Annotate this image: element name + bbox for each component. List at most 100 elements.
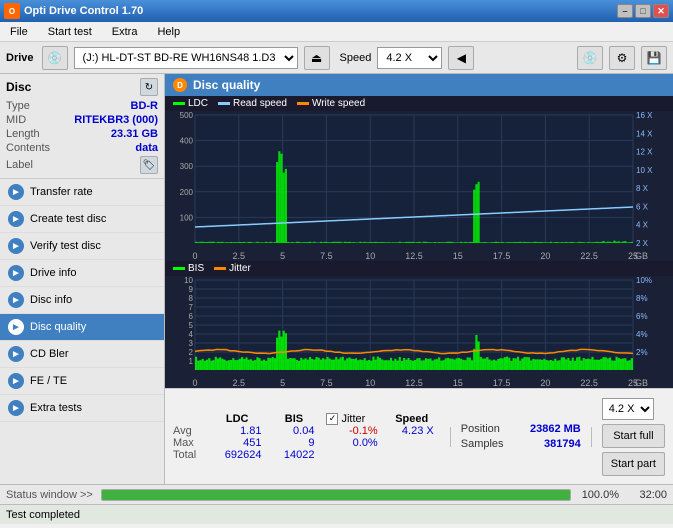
legend-ldc: LDC — [173, 98, 208, 109]
col-jitter-check[interactable]: ✓ Jitter — [320, 413, 383, 425]
nav-cd-bler[interactable]: ► CD Bler — [0, 341, 164, 368]
speed-prev-button[interactable]: ◀ — [448, 46, 474, 70]
stats-max-row: Max 451 9 0.0% — [173, 437, 440, 449]
legend-jitter: Jitter — [214, 263, 251, 274]
svg-text:2: 2 — [189, 348, 194, 357]
nav-verify-test-disc-label: Verify test disc — [30, 240, 101, 252]
svg-text:2 X: 2 X — [636, 239, 649, 248]
svg-text:300: 300 — [180, 162, 194, 171]
disc-mid-row: MID RITEKBR3 (000) — [6, 114, 158, 126]
maximize-button[interactable]: □ — [635, 4, 651, 18]
charts-container: LDC Read speed Write speed 02.557.51012.… — [165, 96, 673, 388]
eject-button[interactable]: ⏏ — [304, 46, 330, 70]
progress-container — [101, 489, 571, 501]
nav-drive-info[interactable]: ► Drive info — [0, 260, 164, 287]
disc-refresh-button[interactable]: ↻ — [140, 78, 158, 96]
disc-contents-label: Contents — [6, 142, 50, 154]
svg-text:6%: 6% — [636, 312, 648, 321]
upper-chart: 02.557.51012.51517.52022.525100200300400… — [165, 111, 673, 261]
legend-write-speed-color — [297, 102, 309, 105]
status-bar: Status window >> 100.0% 32:00 — [0, 484, 673, 504]
col-bis-header: BIS — [267, 413, 320, 425]
disc-type-row: Type BD-R — [6, 100, 158, 112]
lower-chart-svg: 02.557.51012.51517.52022.525123456789102… — [165, 276, 673, 388]
nav-transfer-rate-icon: ► — [8, 184, 24, 200]
minimize-button[interactable]: – — [617, 4, 633, 18]
avg-speed: 4.23 X — [384, 425, 440, 437]
svg-text:100: 100 — [180, 213, 194, 222]
position-value: 23862 MB — [530, 423, 581, 435]
svg-text:0: 0 — [192, 251, 197, 261]
disc-button[interactable]: 💿 — [577, 46, 603, 70]
stats-avg-row: Avg 1.81 0.04 -0.1% 4.23 X — [173, 425, 440, 437]
start-full-button[interactable]: Start full — [602, 424, 665, 448]
svg-text:16 X: 16 X — [636, 111, 653, 120]
nav-verify-test-disc[interactable]: ► Verify test disc — [0, 233, 164, 260]
progress-percent: 100.0% — [579, 489, 619, 501]
svg-text:8 X: 8 X — [636, 184, 649, 193]
drive-select[interactable]: (J:) HL-DT-ST BD-RE WH16NS48 1.D3 — [74, 47, 298, 69]
nav-create-test-disc-icon: ► — [8, 211, 24, 227]
stats-row: LDC BIS ✓ Jitter Speed — [165, 388, 673, 484]
stats-table: LDC BIS ✓ Jitter Speed — [173, 413, 440, 461]
legend-read-speed: Read speed — [218, 98, 287, 109]
legend-bis-label: BIS — [188, 263, 204, 274]
svg-text:10: 10 — [365, 251, 375, 261]
nav-fe-te-label: FE / TE — [30, 375, 67, 387]
nav-disc-quality-icon: ► — [8, 319, 24, 335]
sidebar: Disc ↻ Type BD-R MID RITEKBR3 (000) Leng… — [0, 74, 165, 484]
position-label: Position — [461, 423, 500, 435]
svg-text:12.5: 12.5 — [405, 251, 423, 261]
speed-row: 4.2 X — [602, 398, 665, 420]
nav-create-test-disc[interactable]: ► Create test disc — [0, 206, 164, 233]
menu-extra[interactable]: Extra — [106, 24, 144, 40]
chart-header: D Disc quality — [165, 74, 673, 96]
nav-disc-info-icon: ► — [8, 292, 24, 308]
svg-text:15: 15 — [453, 378, 463, 388]
app-title: Opti Drive Control 1.70 — [24, 5, 143, 17]
action-buttons: 4.2 X Start full Start part — [602, 398, 665, 476]
speed-dropdown[interactable]: 4.2 X — [602, 398, 654, 420]
svg-text:7: 7 — [189, 303, 194, 312]
svg-text:500: 500 — [180, 111, 194, 120]
disc-label-button[interactable]: 🏷 — [140, 156, 158, 174]
svg-text:4: 4 — [189, 330, 194, 339]
svg-text:6: 6 — [189, 312, 194, 321]
disc-length-row: Length 23.31 GB — [6, 128, 158, 140]
menu-start-test[interactable]: Start test — [42, 24, 98, 40]
status-window-label: Status window >> — [6, 489, 93, 501]
drive-label: Drive — [6, 52, 34, 64]
drive-icon-button[interactable]: 💿 — [42, 46, 68, 70]
speed-select[interactable]: 4.2 X — [377, 47, 442, 69]
settings-button[interactable]: ⚙ — [609, 46, 635, 70]
svg-text:6 X: 6 X — [636, 202, 649, 211]
svg-text:GB: GB — [635, 251, 648, 261]
svg-text:22.5: 22.5 — [580, 251, 598, 261]
svg-text:8: 8 — [189, 294, 194, 303]
samples-value: 381794 — [544, 438, 581, 450]
app-icon: O — [4, 3, 20, 19]
menu-file[interactable]: File — [4, 24, 34, 40]
save-button[interactable]: 💾 — [641, 46, 667, 70]
close-button[interactable]: ✕ — [653, 4, 669, 18]
max-bis: 9 — [267, 437, 320, 449]
jitter-checkbox[interactable]: ✓ — [326, 413, 338, 425]
svg-text:12.5: 12.5 — [405, 378, 423, 388]
menu-help[interactable]: Help — [151, 24, 186, 40]
nav-extra-tests[interactable]: ► Extra tests — [0, 395, 164, 422]
nav-disc-info[interactable]: ► Disc info — [0, 287, 164, 314]
nav-transfer-rate[interactable]: ► Transfer rate — [0, 179, 164, 206]
stats-total-row: Total 692624 14022 — [173, 449, 440, 461]
svg-text:5: 5 — [280, 378, 285, 388]
samples-label: Samples — [461, 438, 504, 450]
nav-disc-quality[interactable]: ► Disc quality — [0, 314, 164, 341]
svg-text:4%: 4% — [636, 330, 648, 339]
chart-header-icon: D — [173, 78, 187, 92]
disc-label-label: Label — [6, 159, 33, 171]
disc-label-row: Label 🏷 — [6, 156, 158, 174]
svg-text:10: 10 — [365, 378, 375, 388]
nav-disc-quality-label: Disc quality — [30, 321, 86, 333]
start-part-button[interactable]: Start part — [602, 452, 665, 476]
disc-mid-label: MID — [6, 114, 26, 126]
nav-fe-te[interactable]: ► FE / TE — [0, 368, 164, 395]
